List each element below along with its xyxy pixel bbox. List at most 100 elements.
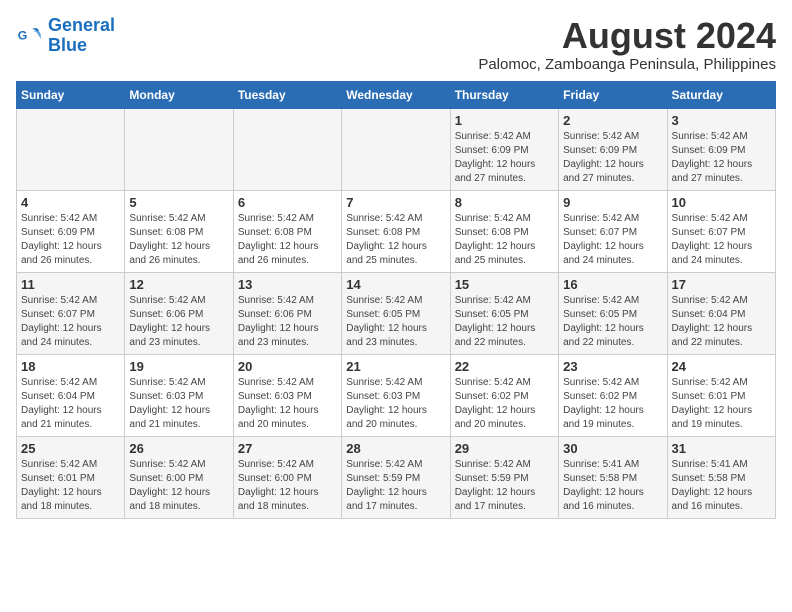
week-row-3: 11Sunrise: 5:42 AM Sunset: 6:07 PM Dayli…	[17, 272, 776, 354]
column-header-monday: Monday	[125, 81, 233, 108]
logo-line1: General	[48, 15, 115, 35]
day-number: 24	[672, 359, 771, 374]
calendar-cell: 5Sunrise: 5:42 AM Sunset: 6:08 PM Daylig…	[125, 190, 233, 272]
day-number: 18	[21, 359, 120, 374]
week-row-1: 1 Sunrise: 5:42 AM Sunset: 6:09 PM Daylig…	[17, 108, 776, 190]
calendar-cell: 9 Sunrise: 5:42 AM Sunset: 6:07 PM Daylig…	[559, 190, 667, 272]
logo-text: General Blue	[48, 16, 115, 56]
day-number: 12	[129, 277, 228, 292]
day-number: 28	[346, 441, 445, 456]
calendar-cell: 31Sunrise: 5:41 AM Sunset: 5:58 PM Dayli…	[667, 436, 775, 518]
day-number: 30	[563, 441, 662, 456]
day-info: Sunrise: 5:42 AM Sunset: 6:00 PM Dayligh…	[238, 458, 337, 514]
day-number: 5	[129, 195, 228, 210]
day-info: Sunrise: 5:42 AM Sunset: 6:09 PM Dayligh…	[455, 130, 554, 186]
column-header-wednesday: Wednesday	[342, 81, 450, 108]
day-info: Sunrise: 5:42 AM Sunset: 6:01 PM Dayligh…	[21, 458, 120, 514]
day-number: 29	[455, 441, 554, 456]
day-number: 22	[455, 359, 554, 374]
title-block: August 2024 Palomoc, Zamboanga Peninsula…	[478, 16, 776, 73]
day-number: 11	[21, 277, 120, 292]
day-number: 20	[238, 359, 337, 374]
location: Palomoc, Zamboanga Peninsula, Philippine…	[478, 56, 776, 73]
calendar-cell: 10 Sunrise: 5:42 AM Sunset: 6:07 PM Dayli…	[667, 190, 775, 272]
calendar-cell: 30 Sunrise: 5:41 AM Sunset: 5:58 PM Dayli…	[559, 436, 667, 518]
day-number: 16	[563, 277, 662, 292]
day-number: 7	[346, 195, 445, 210]
calendar-cell	[233, 108, 341, 190]
calendar-cell	[125, 108, 233, 190]
svg-text:G: G	[18, 28, 28, 42]
calendar-cell: 6Sunrise: 5:42 AM Sunset: 6:08 PM Daylig…	[233, 190, 341, 272]
calendar-cell: 1 Sunrise: 5:42 AM Sunset: 6:09 PM Daylig…	[450, 108, 558, 190]
calendar-cell: 25 Sunrise: 5:42 AM Sunset: 6:01 PM Dayli…	[17, 436, 125, 518]
calendar-cell: 8 Sunrise: 5:42 AM Sunset: 6:08 PM Daylig…	[450, 190, 558, 272]
day-headers-row: SundayMondayTuesdayWednesdayThursdayFrid…	[17, 81, 776, 108]
day-info: Sunrise: 5:42 AM Sunset: 6:05 PM Dayligh…	[346, 294, 445, 350]
calendar-cell: 23 Sunrise: 5:42 AM Sunset: 6:02 PM Dayli…	[559, 354, 667, 436]
day-info: Sunrise: 5:42 AM Sunset: 6:04 PM Dayligh…	[21, 376, 120, 432]
day-info: Sunrise: 5:42 AM Sunset: 6:08 PM Dayligh…	[455, 212, 554, 268]
calendar-cell: 16 Sunrise: 5:42 AM Sunset: 6:05 PM Dayli…	[559, 272, 667, 354]
calendar-cell: 21 Sunrise: 5:42 AM Sunset: 6:03 PM Dayli…	[342, 354, 450, 436]
day-number: 23	[563, 359, 662, 374]
day-info: Sunrise: 5:42 AM Sunset: 6:09 PM Dayligh…	[21, 212, 120, 268]
day-info: Sunrise: 5:42 AM Sunset: 6:05 PM Dayligh…	[455, 294, 554, 350]
calendar-cell: 26 Sunrise: 5:42 AM Sunset: 6:00 PM Dayli…	[125, 436, 233, 518]
day-number: 13	[238, 277, 337, 292]
day-info: Sunrise: 5:42 AM Sunset: 6:08 PM Dayligh…	[346, 212, 445, 268]
calendar-cell: 7 Sunrise: 5:42 AM Sunset: 6:08 PM Daylig…	[342, 190, 450, 272]
calendar-cell: 20Sunrise: 5:42 AM Sunset: 6:03 PM Dayli…	[233, 354, 341, 436]
calendar-cell: 15 Sunrise: 5:42 AM Sunset: 6:05 PM Dayli…	[450, 272, 558, 354]
logo-line2: Blue	[48, 35, 87, 55]
day-number: 9	[563, 195, 662, 210]
column-header-saturday: Saturday	[667, 81, 775, 108]
day-info: Sunrise: 5:42 AM Sunset: 6:07 PM Dayligh…	[672, 212, 771, 268]
day-info: Sunrise: 5:42 AM Sunset: 6:03 PM Dayligh…	[346, 376, 445, 432]
day-info: Sunrise: 5:42 AM Sunset: 6:04 PM Dayligh…	[672, 294, 771, 350]
day-number: 3	[672, 113, 771, 128]
calendar-cell: 13Sunrise: 5:42 AM Sunset: 6:06 PM Dayli…	[233, 272, 341, 354]
day-number: 14	[346, 277, 445, 292]
calendar-cell: 22 Sunrise: 5:42 AM Sunset: 6:02 PM Dayli…	[450, 354, 558, 436]
calendar-cell: 19Sunrise: 5:42 AM Sunset: 6:03 PM Dayli…	[125, 354, 233, 436]
day-info: Sunrise: 5:42 AM Sunset: 6:08 PM Dayligh…	[238, 212, 337, 268]
day-number: 10	[672, 195, 771, 210]
page-header: G General Blue August 2024 Palomoc, Zamb…	[16, 16, 776, 73]
logo-icon: G	[16, 22, 44, 50]
day-info: Sunrise: 5:42 AM Sunset: 6:07 PM Dayligh…	[563, 212, 662, 268]
calendar-cell: 27Sunrise: 5:42 AM Sunset: 6:00 PM Dayli…	[233, 436, 341, 518]
week-row-5: 25 Sunrise: 5:42 AM Sunset: 6:01 PM Dayli…	[17, 436, 776, 518]
calendar-cell: 18 Sunrise: 5:42 AM Sunset: 6:04 PM Dayli…	[17, 354, 125, 436]
column-header-friday: Friday	[559, 81, 667, 108]
day-number: 15	[455, 277, 554, 292]
day-number: 8	[455, 195, 554, 210]
calendar-cell: 28Sunrise: 5:42 AM Sunset: 5:59 PM Dayli…	[342, 436, 450, 518]
day-info: Sunrise: 5:41 AM Sunset: 5:58 PM Dayligh…	[672, 458, 771, 514]
calendar-cell	[17, 108, 125, 190]
day-info: Sunrise: 5:41 AM Sunset: 5:58 PM Dayligh…	[563, 458, 662, 514]
day-info: Sunrise: 5:42 AM Sunset: 6:06 PM Dayligh…	[129, 294, 228, 350]
day-number: 1	[455, 113, 554, 128]
day-number: 2	[563, 113, 662, 128]
calendar-cell	[342, 108, 450, 190]
column-header-tuesday: Tuesday	[233, 81, 341, 108]
day-info: Sunrise: 5:42 AM Sunset: 6:02 PM Dayligh…	[455, 376, 554, 432]
calendar-table: SundayMondayTuesdayWednesdayThursdayFrid…	[16, 81, 776, 519]
day-info: Sunrise: 5:42 AM Sunset: 6:00 PM Dayligh…	[129, 458, 228, 514]
calendar-cell: 29Sunrise: 5:42 AM Sunset: 5:59 PM Dayli…	[450, 436, 558, 518]
day-info: Sunrise: 5:42 AM Sunset: 6:02 PM Dayligh…	[563, 376, 662, 432]
day-number: 25	[21, 441, 120, 456]
day-info: Sunrise: 5:42 AM Sunset: 6:03 PM Dayligh…	[129, 376, 228, 432]
month-year: August 2024	[478, 16, 776, 56]
day-number: 21	[346, 359, 445, 374]
day-info: Sunrise: 5:42 AM Sunset: 6:01 PM Dayligh…	[672, 376, 771, 432]
calendar-cell: 11Sunrise: 5:42 AM Sunset: 6:07 PM Dayli…	[17, 272, 125, 354]
calendar-cell: 3 Sunrise: 5:42 AM Sunset: 6:09 PM Daylig…	[667, 108, 775, 190]
day-number: 26	[129, 441, 228, 456]
day-info: Sunrise: 5:42 AM Sunset: 6:05 PM Dayligh…	[563, 294, 662, 350]
calendar-cell: 17Sunrise: 5:42 AM Sunset: 6:04 PM Dayli…	[667, 272, 775, 354]
column-header-thursday: Thursday	[450, 81, 558, 108]
day-info: Sunrise: 5:42 AM Sunset: 6:09 PM Dayligh…	[672, 130, 771, 186]
calendar-cell: 12 Sunrise: 5:42 AM Sunset: 6:06 PM Dayli…	[125, 272, 233, 354]
